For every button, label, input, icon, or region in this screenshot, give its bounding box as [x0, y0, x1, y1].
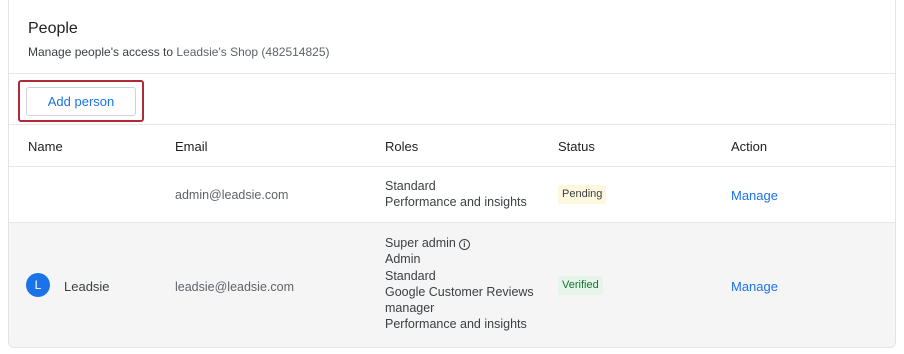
manage-link[interactable]: Manage	[731, 279, 778, 294]
role-item: Performance and insights	[385, 317, 527, 332]
card-header: People Manage people's access to Leadsie…	[9, 0, 895, 74]
role-item: Standard	[385, 179, 436, 193]
role-item: Super admin i	[385, 235, 534, 251]
shop-name: Leadsie's Shop (482514825)	[176, 45, 330, 59]
status-badge: Verified	[558, 276, 603, 295]
column-header-email: Email	[175, 139, 208, 154]
role-item: Performance and insights	[385, 195, 527, 210]
role-label: Super admin	[385, 236, 456, 250]
subtitle-prefix: Manage people's access to	[28, 45, 174, 59]
status-badge: Pending	[558, 185, 607, 204]
info-icon[interactable]: i	[458, 239, 470, 250]
person-name: Leadsie	[64, 279, 110, 294]
table-header: Name Email Roles Status Action	[9, 125, 895, 167]
role-item: manager	[385, 301, 435, 316]
table-row: admin@leadsie.com Standard Performance a…	[9, 167, 895, 223]
role-item: Admin	[385, 252, 421, 267]
person-email: leadsie@leadsie.com	[175, 280, 295, 294]
toolbar: Add person	[9, 74, 895, 125]
column-header-roles: Roles	[385, 139, 419, 154]
role-item: Google Customer Reviews	[385, 284, 534, 299]
person-roles: Standard Performance and insights	[385, 178, 527, 211]
column-header-status: Status	[558, 139, 595, 154]
people-card: People Manage people's access to Leadsie…	[8, 0, 896, 348]
add-person-button[interactable]: Add person	[26, 87, 136, 116]
column-header-action: Action	[731, 139, 768, 154]
person-roles: Super admin i Admin Standard Google Custo…	[385, 235, 534, 333]
table-row: L Leadsie leadsie@leadsie.com Super admi…	[9, 223, 895, 347]
column-header-name: Name	[28, 139, 63, 154]
person-email: admin@leadsie.com	[175, 188, 289, 202]
page-subtitle: Manage people's access to Leadsie's Shop…	[28, 45, 329, 59]
manage-link[interactable]: Manage	[731, 188, 778, 203]
page-title: People	[28, 20, 78, 37]
avatar: L	[26, 273, 50, 297]
role-item: Standard	[385, 268, 436, 283]
